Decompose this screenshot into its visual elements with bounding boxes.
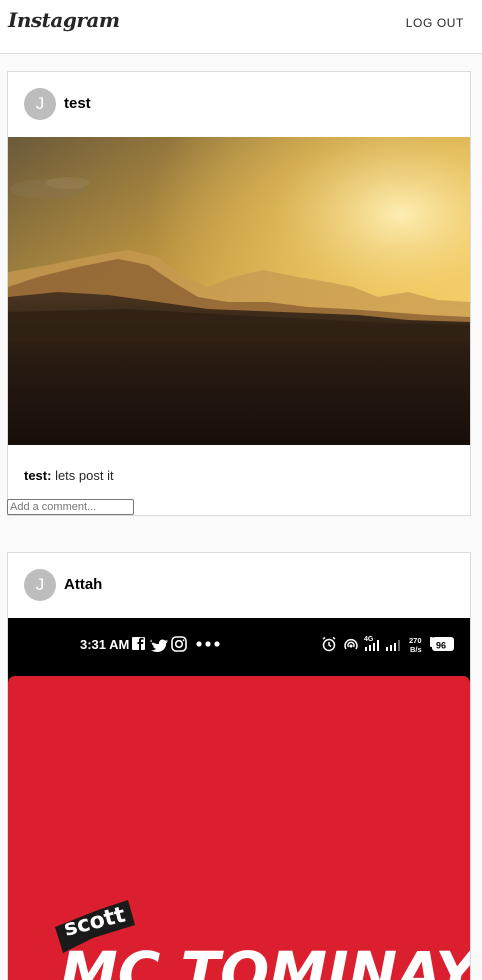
post-card: J test test: lets post it Add a comment.… xyxy=(7,71,471,516)
top-navigation-bar: Instagram LOG OUT xyxy=(0,0,482,54)
caption-text: lets post it xyxy=(51,468,114,483)
post-header: J Attah xyxy=(8,553,470,618)
network-speed-value: 270 xyxy=(409,636,422,645)
post-username[interactable]: Attah xyxy=(64,576,102,593)
post-caption: test: lets post it xyxy=(24,468,114,483)
post-image[interactable] xyxy=(8,137,470,445)
post-image[interactable]: 3:31 AM 4G 270 B/s 96 scott MC TOMINAY xyxy=(8,618,470,980)
network-speed-unit: B/s xyxy=(410,645,422,654)
network-type: 4G xyxy=(364,636,374,643)
avatar[interactable]: J xyxy=(24,569,56,601)
more-icon xyxy=(196,641,220,647)
battery-level: 96 xyxy=(436,641,446,651)
avatar[interactable]: J xyxy=(24,88,56,120)
instagram-logo[interactable]: Instagram xyxy=(8,8,120,32)
post-header: J test xyxy=(8,72,470,137)
post-username[interactable]: test xyxy=(64,95,91,112)
post-card: J Attah 3:31 AM 4G 270 B/s 96 scott MC T… xyxy=(7,552,471,980)
comment-input[interactable] xyxy=(7,499,134,515)
poster-text-main: MC TOMINAY xyxy=(60,939,470,980)
logout-button[interactable]: LOG OUT xyxy=(406,16,464,30)
battery-icon: 96 xyxy=(430,637,454,651)
status-time: 3:31 AM xyxy=(80,637,129,652)
facebook-icon xyxy=(132,637,145,650)
caption-username[interactable]: test: xyxy=(24,468,51,483)
